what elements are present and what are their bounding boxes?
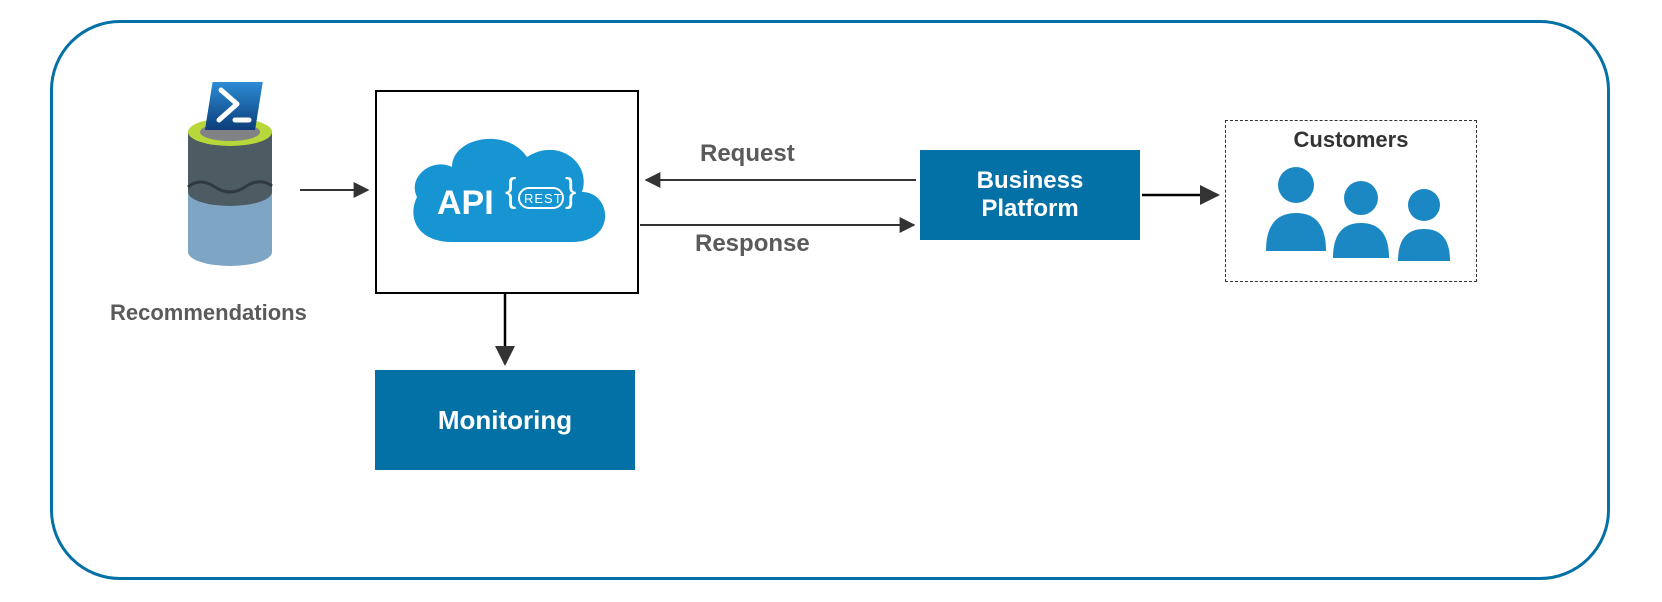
database-shell-icon [170, 82, 290, 282]
api-cloud-text: API [437, 184, 494, 222]
business-platform-line1: Business [977, 167, 1084, 194]
business-platform-line2: Platform [981, 195, 1078, 222]
api-box: API { } REST [375, 90, 639, 294]
customers-label: Customers [1226, 127, 1476, 153]
svg-text:}: } [565, 172, 576, 210]
customers-people-icon [1226, 153, 1476, 263]
recommendations-label: Recommendations [110, 300, 307, 326]
response-label: Response [695, 230, 810, 258]
monitoring-box: Monitoring [375, 370, 635, 470]
request-label: Request [700, 140, 795, 168]
customers-box: Customers [1225, 120, 1477, 282]
monitoring-label: Monitoring [438, 405, 572, 436]
svg-text:REST: REST [524, 191, 563, 206]
api-cloud-icon: API { } REST [397, 122, 617, 262]
recommendations-node [170, 82, 290, 282]
svg-text:{: { [505, 172, 516, 210]
business-platform-box: Business Platform [920, 150, 1140, 240]
